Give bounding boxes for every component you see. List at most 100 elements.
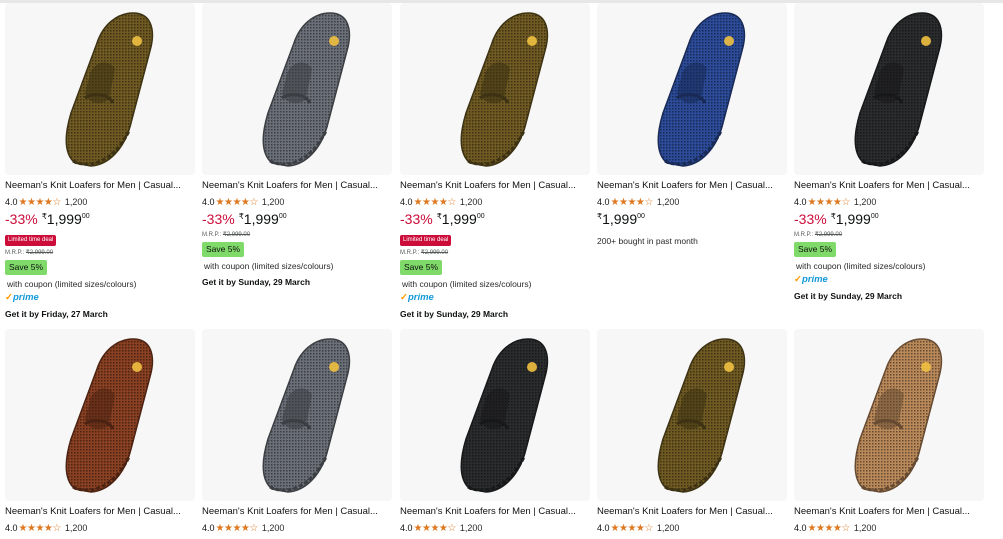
product-image[interactable] (400, 3, 590, 175)
star-rating-icon[interactable]: ★★★★☆ (611, 197, 654, 208)
star-rating-icon[interactable]: ★★★★☆ (808, 197, 851, 208)
coupon-text: with coupon (limited sizes/colours) (402, 279, 532, 289)
product-card[interactable]: Neeman's Knit Loafers for Men | Casual..… (597, 329, 787, 534)
shoe-image (65, 12, 154, 167)
product-card[interactable]: Neeman's Knit Loafers for Men | Casual..… (400, 329, 590, 534)
price-row[interactable]: -33% ₹1,999 00 (202, 211, 392, 228)
product-card[interactable]: Neeman's Knit Loafers for Men | Casual..… (202, 329, 392, 534)
delivery-date: Get it by Sunday, 29 March (400, 309, 509, 319)
limited-deal-badge: Limited time deal (5, 235, 57, 246)
product-card[interactable]: Neeman's Knit Loafers for Men | Casual..… (597, 3, 787, 247)
star-rating-icon[interactable]: ★★★★☆ (611, 523, 654, 534)
prime-badge: ✓prime (400, 292, 590, 304)
coupon-badge[interactable]: Save 5% (400, 260, 443, 275)
price-fraction: 00 (637, 213, 645, 220)
rating-value: 4.0 (400, 523, 413, 533)
rating-row: 4.0 ★★★★☆ 1,200 (597, 522, 787, 534)
product-title[interactable]: Neeman's Knit Loafers for Men | Casual..… (400, 506, 590, 518)
product-card[interactable]: Neeman's Knit Loafers for Men | Casual..… (400, 3, 590, 320)
delivery-date: Get it by Friday, 27 March (5, 309, 108, 319)
mrp-value: ₹2,999.00 (25, 250, 54, 256)
coupon-badge[interactable]: Save 5% (202, 242, 245, 257)
coupon-badge[interactable]: Save 5% (794, 242, 837, 257)
shoe-image (657, 338, 746, 493)
mrp-label: M.R.P.: (794, 232, 814, 238)
star-rating-icon[interactable]: ★★★★☆ (414, 523, 457, 534)
delivery-date: Get it by Sunday, 29 March (202, 277, 311, 287)
product-title[interactable]: Neeman's Knit Loafers for Men | Casual..… (794, 180, 984, 192)
star-rating-icon[interactable]: ★★★★☆ (216, 523, 259, 534)
product-title[interactable]: Neeman's Knit Loafers for Men | Casual..… (400, 180, 590, 192)
product-card[interactable]: Neeman's Knit Loafers for Men | Casual..… (202, 3, 392, 288)
mrp: M.R.P.: ₹2,999.00 (202, 231, 392, 239)
review-count[interactable]: 1,200 (657, 523, 680, 533)
product-title[interactable]: Neeman's Knit Loafers for Men | Casual..… (5, 180, 195, 192)
star-rating-icon[interactable]: ★★★★☆ (19, 197, 62, 208)
product-card[interactable]: Neeman's Knit Loafers for Men | Casual..… (794, 3, 984, 302)
review-count[interactable]: 1,200 (657, 197, 680, 207)
shoe-image (460, 338, 549, 493)
price-amount: 1,999 (835, 211, 871, 227)
product-image[interactable] (202, 3, 392, 175)
prime-label: prime (801, 274, 828, 285)
review-count[interactable]: 1,200 (854, 523, 877, 533)
product-card[interactable]: Neeman's Knit Loafers for Men | Casual..… (5, 329, 195, 534)
mrp-value: ₹2,999.00 (420, 250, 449, 256)
mrp: M.R.P.: ₹2,999.00 (5, 249, 195, 257)
product-image[interactable] (400, 329, 590, 501)
rating-value: 4.0 (5, 523, 18, 533)
product-card[interactable]: Neeman's Knit Loafers for Men | Casual..… (5, 3, 195, 320)
shoe-image (262, 338, 351, 493)
delivery-date: Get it by Sunday, 29 March (794, 291, 903, 301)
price-row[interactable]: -33% ₹1,999 00 (400, 211, 590, 228)
review-count[interactable]: 1,200 (854, 197, 877, 207)
rating-value: 4.0 (597, 197, 610, 207)
star-rating-icon[interactable]: ★★★★☆ (414, 197, 457, 208)
review-count[interactable]: 1,200 (65, 523, 88, 533)
star-rating-icon[interactable]: ★★★★☆ (808, 523, 851, 534)
product-title[interactable]: Neeman's Knit Loafers for Men | Casual..… (202, 180, 392, 192)
price-fraction: 00 (81, 213, 90, 220)
product-title[interactable]: Neeman's Knit Loafers for Men | Casual..… (597, 180, 787, 192)
review-count[interactable]: 1,200 (460, 523, 483, 533)
product-image[interactable] (794, 329, 984, 501)
product-title[interactable]: Neeman's Knit Loafers for Men | Casual..… (597, 506, 787, 518)
mrp-label: M.R.P.: (202, 232, 222, 238)
product-card[interactable]: Neeman's Knit Loafers for Men | Casual..… (794, 329, 984, 534)
coupon-badge[interactable]: Save 5% (5, 260, 48, 275)
bought-count: 200+ bought in past month (597, 236, 698, 246)
star-rating-icon[interactable]: ★★★★☆ (19, 523, 62, 534)
price-amount: 1,999 (46, 211, 82, 227)
mrp-value: ₹2,999.00 (222, 232, 251, 238)
product-title[interactable]: Neeman's Knit Loafers for Men | Casual..… (202, 506, 392, 518)
prime-check-icon: ✓ (5, 292, 13, 303)
product-title[interactable]: Neeman's Knit Loafers for Men | Casual..… (5, 506, 195, 518)
rating-value: 4.0 (202, 197, 215, 207)
shoe-image (657, 12, 746, 167)
review-count[interactable]: 1,200 (262, 197, 285, 207)
product-image[interactable] (597, 3, 787, 175)
rating-value: 4.0 (5, 197, 18, 207)
price-fraction: 00 (476, 213, 485, 220)
review-count[interactable]: 1,200 (460, 197, 483, 207)
prime-check-icon: ✓ (794, 274, 802, 285)
mrp: M.R.P.: ₹2,999.00 (400, 249, 590, 257)
rating-row: 4.0 ★★★★☆ 1,200 (202, 196, 392, 208)
mrp-value: ₹2,999.00 (814, 232, 843, 238)
product-title[interactable]: Neeman's Knit Loafers for Men | Casual..… (794, 506, 984, 518)
rating-value: 4.0 (400, 197, 413, 207)
discount-percent: -33% (5, 211, 38, 227)
star-rating-icon[interactable]: ★★★★☆ (216, 197, 259, 208)
product-image[interactable] (5, 329, 195, 501)
product-image[interactable] (597, 329, 787, 501)
product-image[interactable] (202, 329, 392, 501)
price-row[interactable]: ₹1,999 00 (597, 211, 787, 228)
product-image[interactable] (794, 3, 984, 175)
review-count[interactable]: 1,200 (65, 197, 88, 207)
rating-row: 4.0 ★★★★☆ 1,200 (202, 522, 392, 534)
product-image[interactable] (5, 3, 195, 175)
review-count[interactable]: 1,200 (262, 523, 285, 533)
price-row[interactable]: -33% ₹1,999 00 (794, 211, 984, 228)
coupon-text: with coupon (limited sizes/colours) (796, 261, 926, 271)
price-row[interactable]: -33% ₹1,999 00 (5, 211, 195, 228)
